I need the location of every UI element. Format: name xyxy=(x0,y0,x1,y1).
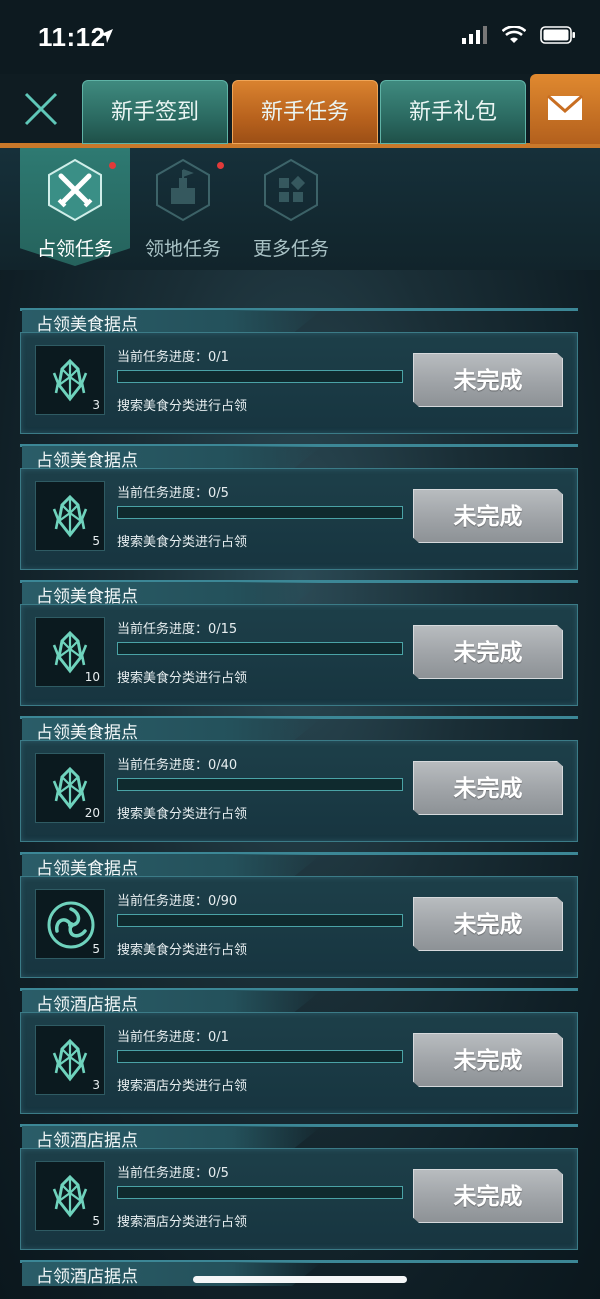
progress-label: 当前任务进度：0/40 xyxy=(117,758,238,773)
progress-label: 当前任务进度：0/5 xyxy=(117,486,229,501)
status-button[interactable]: 未完成 xyxy=(413,1033,563,1087)
crystal-icon xyxy=(45,1171,95,1225)
reward-item[interactable]: 3 xyxy=(35,1025,105,1095)
progress-label: 当前任务进度：0/15 xyxy=(117,622,238,637)
reward-item[interactable]: 5 xyxy=(35,481,105,551)
top-tab-bar: 新手签到 新手任务 新手礼包 xyxy=(0,74,600,148)
notification-dot xyxy=(217,162,224,169)
tab-newbie-gift[interactable]: 新手礼包 xyxy=(380,80,526,144)
reward-item[interactable]: 3 xyxy=(35,345,105,415)
castle-icon xyxy=(156,158,210,222)
grid-icon xyxy=(264,158,318,222)
reward-count: 5 xyxy=(92,942,100,956)
mail-button[interactable] xyxy=(530,74,600,144)
signal-icon xyxy=(462,26,488,48)
reward-count: 5 xyxy=(92,1214,100,1228)
card-title: 占领酒店据点 xyxy=(36,1267,138,1287)
battery-icon xyxy=(540,26,576,48)
reward-count: 20 xyxy=(84,806,100,820)
status-bar: 11:12 xyxy=(0,0,600,74)
progress-bar xyxy=(117,778,403,791)
subtab-more-tasks[interactable]: 更多任务 xyxy=(236,158,346,261)
crystal-icon xyxy=(45,491,95,545)
task-description: 搜索酒店分类进行占领 xyxy=(117,1079,248,1094)
subtab-label: 更多任务 xyxy=(252,238,329,260)
subtab-occupy-tasks[interactable]: 占领任务 xyxy=(20,158,130,261)
task-card: 占领酒店据点 5 当前任务进度：0/5 搜索酒店分类进行占领 未完成 xyxy=(20,1122,580,1258)
tab-newbie-signin[interactable]: 新手签到 xyxy=(82,80,228,144)
task-card: 占领酒店据点 3 当前任务进度：0/1 搜索酒店分类进行占领 未完成 xyxy=(20,986,580,1122)
task-description: 搜索美食分类进行占领 xyxy=(117,535,248,550)
card-body: 5 当前任务进度：0/90 搜索美食分类进行占领 未完成 xyxy=(20,876,578,978)
task-card: 占领美食据点 5 当前任务进度：0/90 搜索美食分类进行占领 未完成 xyxy=(20,850,580,986)
card-body: 5 当前任务进度：0/5 搜索酒店分类进行占领 未完成 xyxy=(20,1148,578,1250)
mail-icon xyxy=(547,94,583,120)
location-arrow-icon xyxy=(98,28,114,48)
reward-count: 3 xyxy=(92,1078,100,1092)
reward-item[interactable]: 5 xyxy=(35,889,105,959)
progress-bar xyxy=(117,642,403,655)
progress-bar xyxy=(117,1050,403,1063)
card-body: 10 当前任务进度：0/15 搜索美食分类进行占领 未完成 xyxy=(20,604,578,706)
status-icons xyxy=(462,25,576,48)
status-button[interactable]: 未完成 xyxy=(413,897,563,951)
task-list: 占领美食据点 3 当前任务进度：0/1 搜索美食分类进行占领 未完成 占领美食据… xyxy=(20,306,580,1258)
card-body: 20 当前任务进度：0/40 搜索美食分类进行占领 未完成 xyxy=(20,740,578,842)
card-body: 3 当前任务进度：0/1 搜索酒店分类进行占领 未完成 xyxy=(20,1012,578,1114)
task-card: 占领美食据点 20 当前任务进度：0/40 搜索美食分类进行占领 未完成 xyxy=(20,714,580,850)
status-button[interactable]: 未完成 xyxy=(413,761,563,815)
status-time: 11:12 xyxy=(38,22,106,52)
task-description: 搜索酒店分类进行占领 xyxy=(117,1215,248,1230)
progress-label: 当前任务进度：0/1 xyxy=(117,1030,229,1045)
task-description: 搜索美食分类进行占领 xyxy=(117,399,248,414)
status-button[interactable]: 未完成 xyxy=(413,489,563,543)
status-button[interactable]: 未完成 xyxy=(413,625,563,679)
crossed-swords-icon xyxy=(48,158,102,222)
progress-bar xyxy=(117,506,403,519)
progress-label: 当前任务进度：0/5 xyxy=(117,1166,229,1181)
subtab-label: 领地任务 xyxy=(144,238,221,260)
tab-newbie-tasks[interactable]: 新手任务 xyxy=(232,80,378,144)
reward-count: 5 xyxy=(92,534,100,548)
close-icon xyxy=(24,92,58,126)
status-button[interactable]: 未完成 xyxy=(413,353,563,407)
subtab-bar: 占领任务 领地任务 更多任务 xyxy=(0,148,600,270)
swirl-emblem-icon xyxy=(45,899,97,955)
task-description: 搜索美食分类进行占领 xyxy=(117,671,248,686)
progress-bar xyxy=(117,1186,403,1199)
notification-dot xyxy=(109,162,116,169)
task-card: 占领美食据点 10 当前任务进度：0/15 搜索美食分类进行占领 未完成 xyxy=(20,578,580,714)
progress-label: 当前任务进度：0/1 xyxy=(117,350,229,365)
task-card: 占领美食据点 3 当前任务进度：0/1 搜索美食分类进行占领 未完成 xyxy=(20,306,580,442)
subtab-territory-tasks[interactable]: 领地任务 xyxy=(128,158,238,261)
task-description: 搜索美食分类进行占领 xyxy=(117,943,248,958)
card-body: 5 当前任务进度：0/5 搜索美食分类进行占领 未完成 xyxy=(20,468,578,570)
reward-count: 10 xyxy=(84,670,100,684)
card-body: 3 当前任务进度：0/1 搜索美食分类进行占领 未完成 xyxy=(20,332,578,434)
reward-item[interactable]: 5 xyxy=(35,1161,105,1231)
reward-item[interactable]: 20 xyxy=(35,753,105,823)
progress-bar xyxy=(117,914,403,927)
crystal-icon xyxy=(45,1035,95,1089)
crystal-icon xyxy=(45,355,95,409)
status-button[interactable]: 未完成 xyxy=(413,1169,563,1223)
task-description: 搜索美食分类进行占领 xyxy=(117,807,248,822)
close-button[interactable] xyxy=(18,86,64,132)
subtab-label: 占领任务 xyxy=(36,238,113,260)
progress-label: 当前任务进度：0/90 xyxy=(117,894,238,909)
home-indicator[interactable] xyxy=(193,1276,407,1283)
wifi-icon xyxy=(501,25,527,48)
reward-count: 3 xyxy=(92,398,100,412)
task-card: 占领美食据点 5 当前任务进度：0/5 搜索美食分类进行占领 未完成 xyxy=(20,442,580,578)
progress-bar xyxy=(117,370,403,383)
reward-item[interactable]: 10 xyxy=(35,617,105,687)
